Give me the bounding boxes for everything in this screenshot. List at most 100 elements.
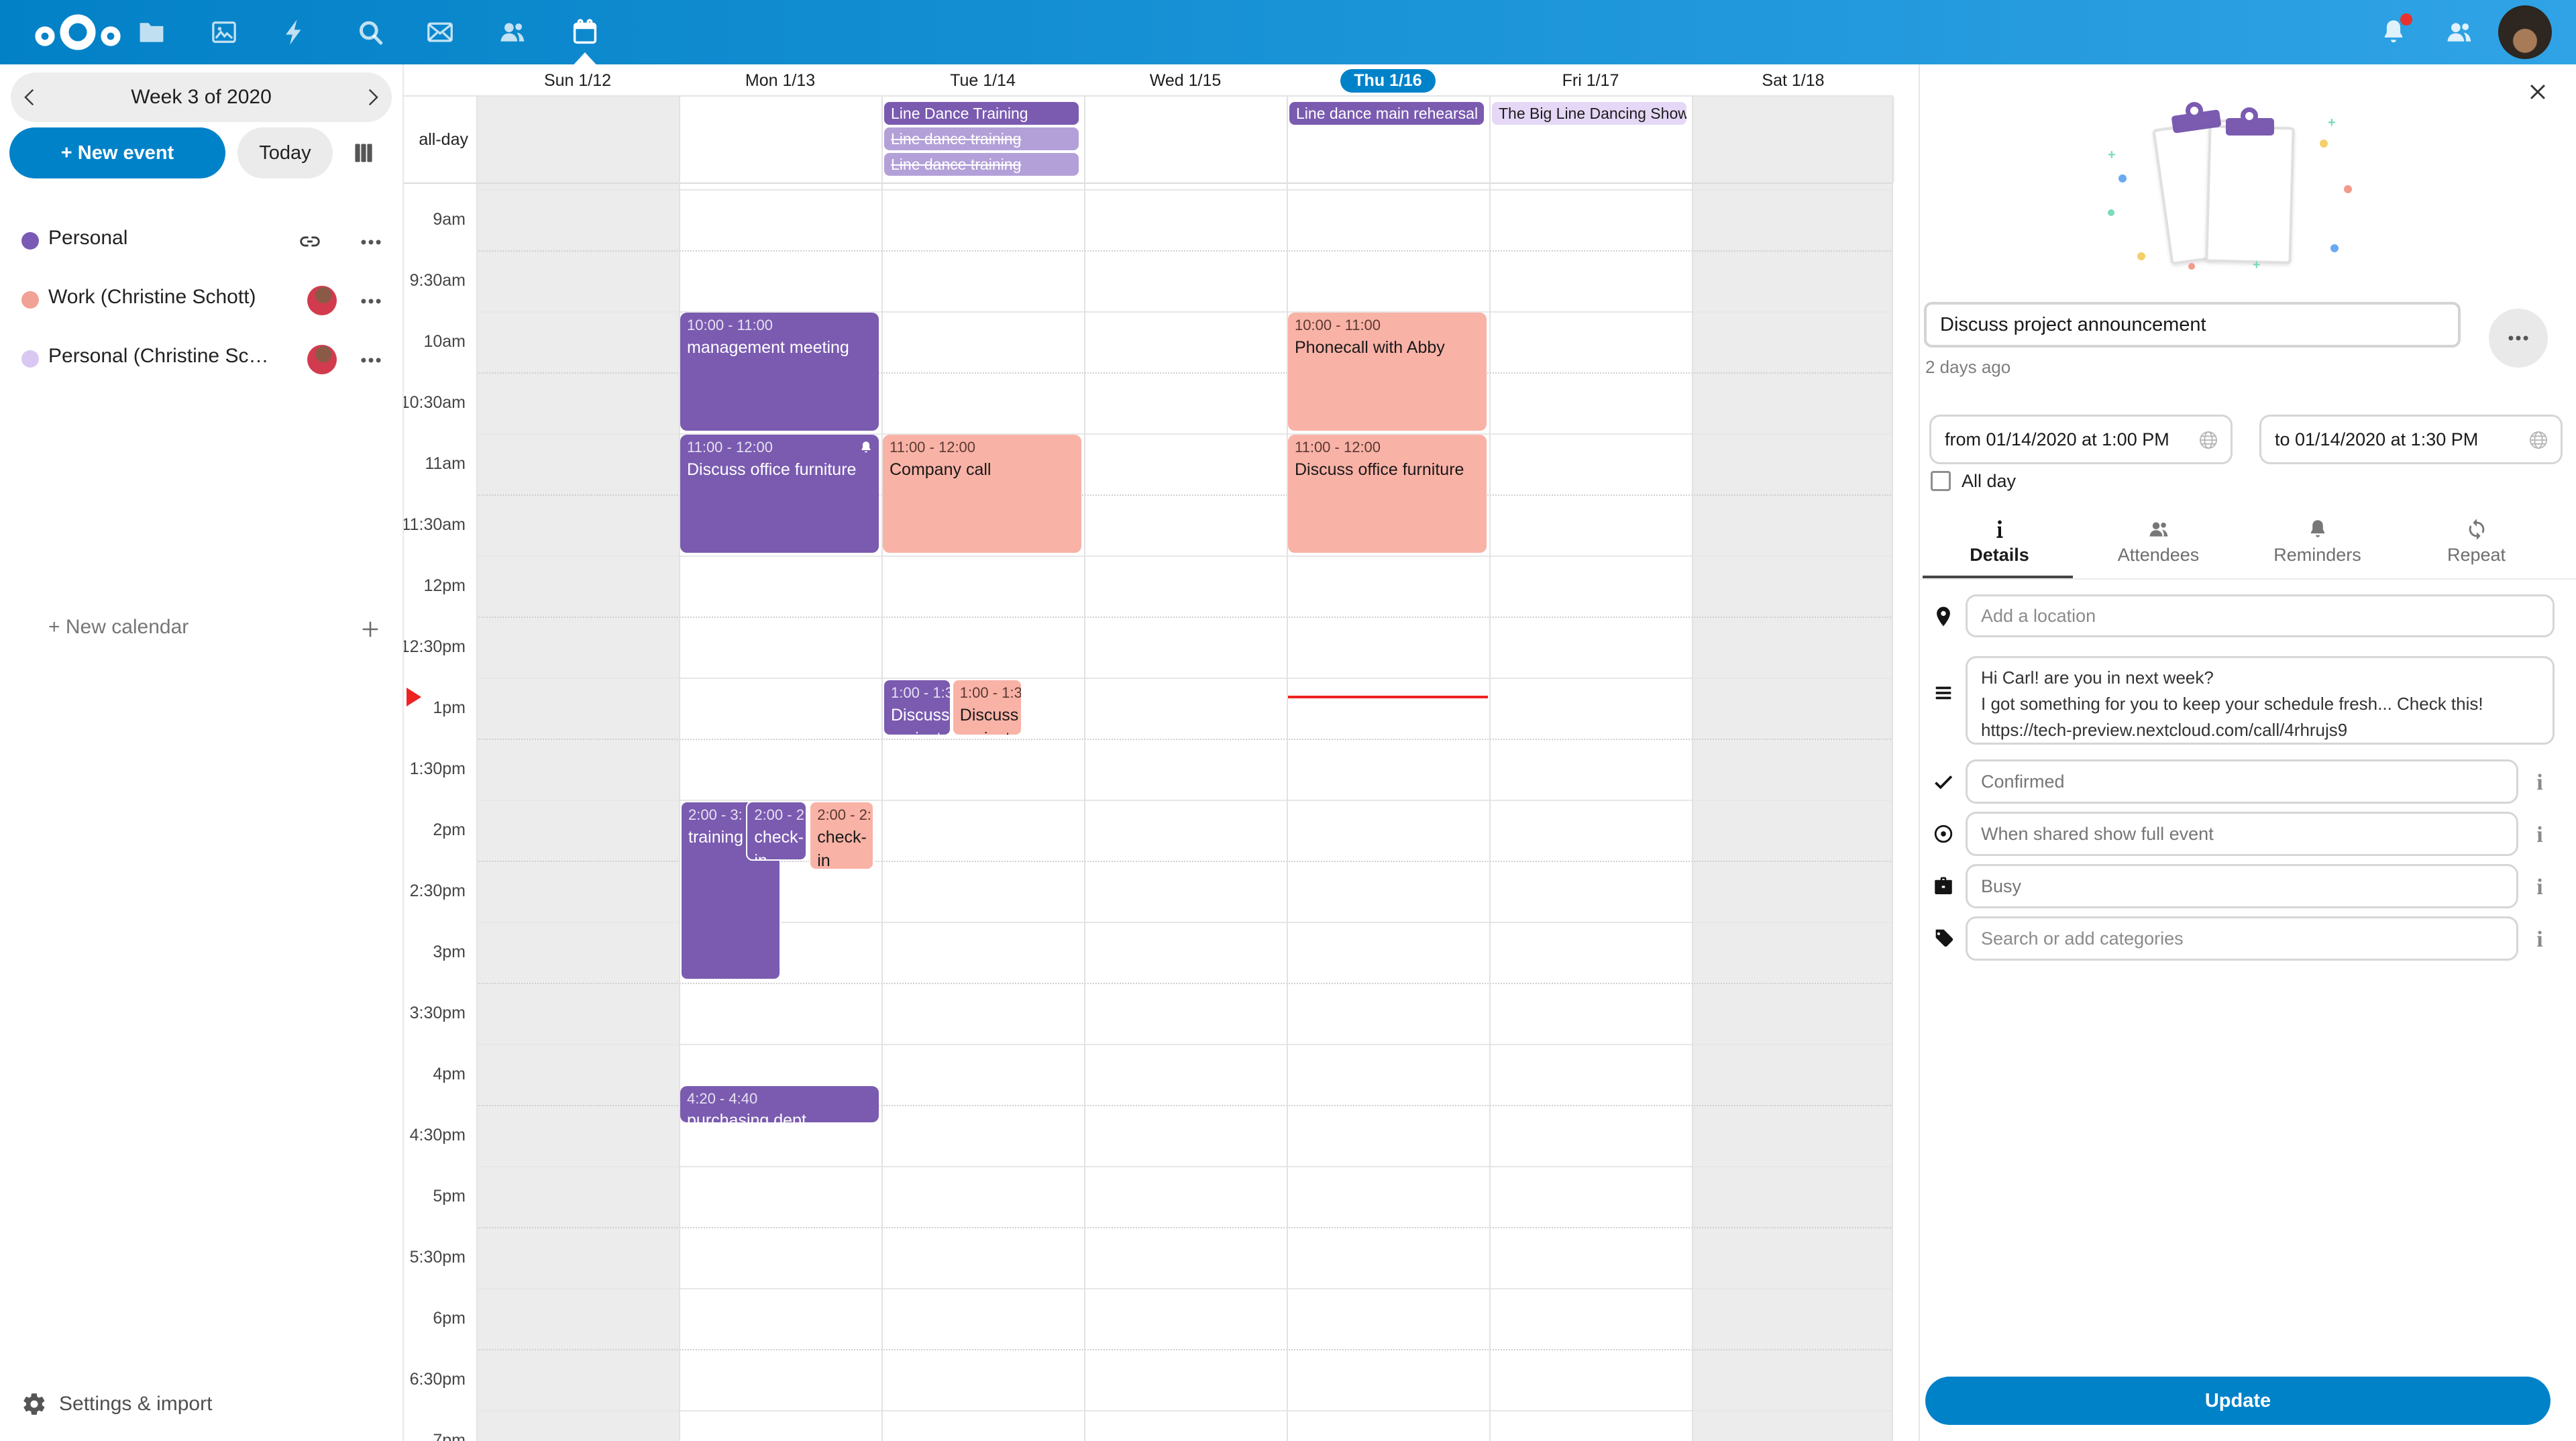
calendar-event[interactable]: 11:00 - 12:00Discuss office furniture [1288,435,1487,553]
app-search-icon[interactable] [356,17,385,47]
timezone-globe-icon[interactable] [2527,429,2550,451]
end-datetime-field[interactable]: to 01/14/2020 at 1:30 PM [2259,415,2563,464]
time-label: 7pm [404,1410,466,1441]
all-day-row: all-day Line Dance TrainingLine dance tr… [404,97,1893,184]
calendar-event[interactable]: 10:00 - 11:00management meeting [680,313,879,431]
week-navigation[interactable]: Week 3 of 2020 [11,72,392,122]
tab-attendees[interactable]: Attendees [2079,515,2238,577]
bell-icon [2306,518,2329,541]
tab-repeat[interactable]: Repeat [2397,515,2556,577]
calendar-event[interactable]: 10:00 - 11:00Phonecall with Abby [1288,313,1487,431]
more-icon[interactable] [358,229,384,255]
time-label: 11:30am [404,494,466,555]
close-icon[interactable] [2526,81,2549,103]
calendar-event[interactable]: 2:00 - 2:check-in [809,801,873,870]
all-day-event[interactable]: Line dance training [884,127,1079,150]
app-contacts-icon[interactable] [498,17,527,47]
availability-select[interactable]: Busy [1966,864,2518,908]
visibility-eye-icon [1932,822,1955,845]
chevron-left-icon[interactable] [19,86,42,109]
description-textarea[interactable]: Hi Carl! are you in next week? I got som… [1966,656,2555,745]
today-button[interactable]: Today [237,127,333,178]
event-title-input[interactable] [1924,302,2461,348]
status-check-icon [1932,770,1955,793]
notifications-bell-icon[interactable] [2379,17,2408,47]
update-button[interactable]: Update [1925,1377,2551,1425]
availability-info-icon[interactable]: i [2532,875,2548,900]
hour-line [476,1166,1893,1167]
event-more-button[interactable] [2489,309,2548,368]
calendar-label: Work (Christine Schott) [48,286,256,309]
tab-reminders[interactable]: Reminders [2238,515,2397,577]
event-time: 11:00 - 12:00 [1295,437,1480,458]
new-event-button[interactable]: + New event [9,127,225,178]
view-toggle-icon[interactable] [352,138,376,168]
new-calendar-button[interactable]: + New calendar [0,604,402,657]
categories-input[interactable]: Search or add categories [1966,916,2518,961]
start-datetime-field[interactable]: from 01/14/2020 at 1:00 PM [1929,415,2233,464]
app-activity-icon[interactable] [280,17,310,47]
tab-details[interactable]: Details [1920,515,2079,577]
more-icon[interactable] [358,348,384,373]
all-day-event[interactable]: The Big Line Dancing Show [1492,102,1686,125]
today-pill: Thu 1/16 [1340,69,1435,93]
time-label: 2pm [404,800,466,861]
time-label: 10:30am [404,372,466,433]
status-value: Confirmed [1981,771,2065,792]
calendar-event[interactable]: 1:00 - 1:30Discuss project [952,679,1022,736]
description-icon [1932,682,1955,704]
event-reminder-bell-icon [859,440,873,455]
time-grid: 9am9:30am10am10:30am11am11:30am12pm12:30… [404,184,1893,1441]
app-mail-icon[interactable] [425,17,455,47]
link-icon[interactable] [298,229,322,254]
categories-info-icon[interactable]: i [2532,927,2548,953]
timezone-globe-icon[interactable] [2197,429,2220,451]
calendar-event[interactable]: 1:00 - 1:30Discuss project announcement [883,679,951,736]
status-select[interactable]: Confirmed [1966,759,2518,804]
visibility-value: When shared show full event [1981,824,2214,845]
calendar-color-dot [21,350,39,368]
all-day-event[interactable]: Line dance training [884,153,1079,176]
day-header-5: Thu 1/16 [1287,64,1489,97]
app-photos-icon[interactable] [209,17,239,47]
calendar-event[interactable]: 11:00 - 12:00Company call [883,435,1081,553]
nextcloud-logo-icon[interactable] [27,11,129,54]
event-time: 11:00 - 12:00 [687,437,872,458]
time-label: 3:30pm [404,983,466,1044]
plus-icon [358,617,382,641]
hour-line [476,678,1893,679]
time-label: 10am [404,311,466,372]
more-icon[interactable] [358,288,384,314]
gear-icon [21,1391,47,1417]
calendar-event[interactable]: 4:20 - 4:40purchasing dept [680,1086,879,1123]
app-files-icon[interactable] [137,17,166,47]
all-day-checkbox[interactable] [1931,471,1951,491]
status-info-icon[interactable]: i [2532,770,2548,796]
calendar-item-3[interactable]: Personal (Christine Schott) [0,330,402,389]
day-label: Sat 1/18 [1762,71,1824,91]
visibility-select[interactable]: When shared show full event [1966,812,2518,856]
hour-line [476,1410,1893,1411]
time-label: 1pm [404,678,466,739]
event-title: Discuss office furniture [687,458,872,482]
calendar-event[interactable]: 11:00 - 12:00Discuss office furniture [680,435,879,553]
calendar-item-2[interactable]: Work (Christine Schott) [0,271,402,330]
half-hour-line [476,250,1893,252]
all-day-event[interactable]: Line dance main rehearsal [1289,102,1484,125]
day-header-7: Sat 1/18 [1692,64,1894,97]
settings-import-button[interactable]: Settings & import [0,1387,402,1422]
time-label: 6pm [404,1288,466,1349]
half-hour-line [476,617,1893,618]
user-avatar[interactable] [2498,5,2552,59]
location-input[interactable]: Add a location [1966,594,2555,637]
tab-label: Reminders [2273,545,2361,566]
event-title: Discuss project [960,704,1014,736]
all-day-label: all-day [404,97,468,182]
visibility-info-icon[interactable]: i [2532,822,2548,848]
chevron-right-icon[interactable] [361,86,384,109]
calendar-event[interactable]: 2:00 - 2:check-in [746,801,806,861]
hour-line [476,1288,1893,1289]
contacts-menu-icon[interactable] [2445,17,2474,47]
calendar-item-1[interactable]: Personal [0,212,402,271]
all-day-event[interactable]: Line Dance Training [884,102,1079,125]
